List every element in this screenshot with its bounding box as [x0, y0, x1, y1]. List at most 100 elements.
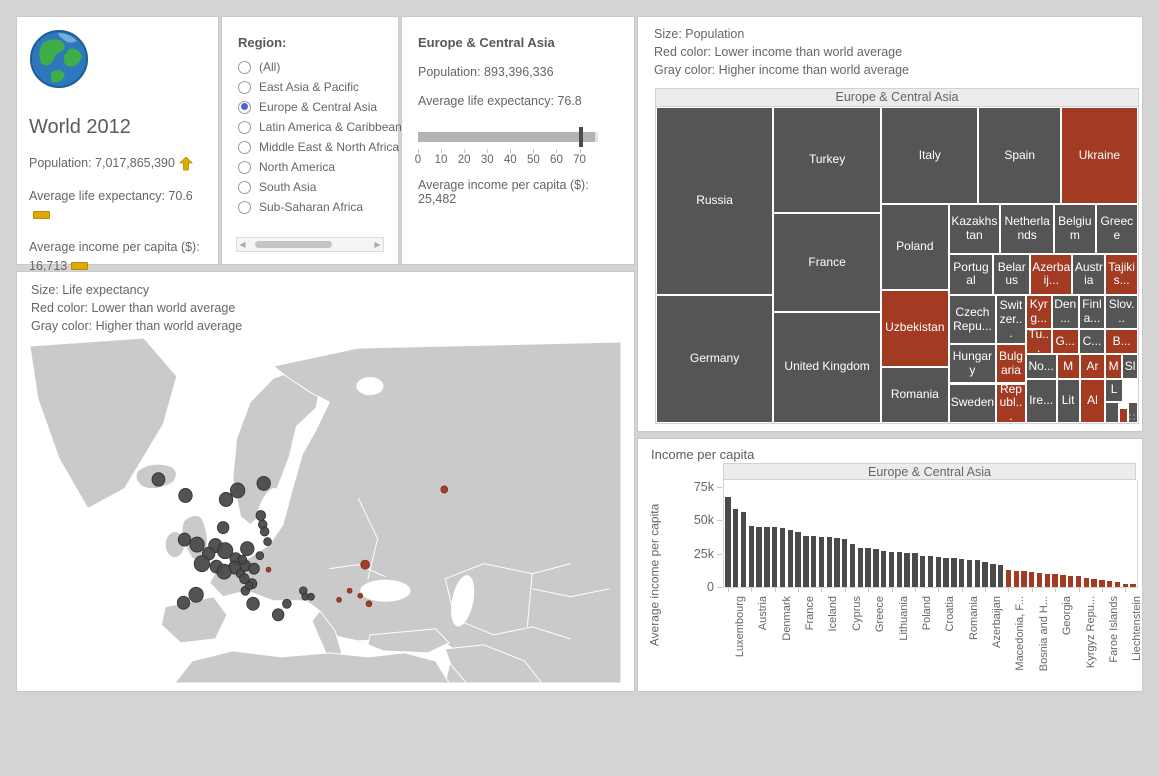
income-bar[interactable]	[1130, 584, 1135, 587]
income-bar-austria[interactable]	[749, 526, 754, 587]
map-bubble[interactable]	[257, 476, 271, 490]
map-bubble[interactable]	[152, 473, 165, 486]
map-bubble[interactable]	[264, 538, 272, 546]
income-bar[interactable]	[951, 558, 956, 587]
income-bar-greece[interactable]	[865, 548, 870, 587]
income-bar-poland[interactable]	[912, 553, 917, 587]
map-bubble[interactable]	[256, 552, 264, 560]
map-bubble[interactable]	[366, 601, 372, 607]
income-bar[interactable]	[1037, 573, 1042, 587]
map-bubble[interactable]	[217, 564, 231, 579]
map-bubble[interactable]	[238, 555, 247, 564]
map-bubble[interactable]	[177, 596, 190, 609]
treemap-cell-al[interactable]: Al	[1080, 379, 1106, 423]
treemap-cell-belarus[interactable]: Belarus	[993, 254, 1030, 295]
income-bar[interactable]	[1068, 576, 1073, 588]
treemap-cell-ire[interactable]: Ire...	[1026, 379, 1057, 423]
treemap-cell-turkey[interactable]: Turkey	[773, 107, 881, 213]
treemap-cell-cell[interactable]	[1105, 402, 1119, 423]
income-bar[interactable]	[1014, 571, 1019, 587]
income-bar[interactable]	[764, 527, 769, 587]
treemap-cell-kazakhstan[interactable]: Kazakhstan	[949, 204, 1001, 253]
income-bar[interactable]	[1107, 581, 1112, 587]
income-bar-kyrgyz-repu[interactable]	[1076, 576, 1081, 587]
map-bubble[interactable]	[190, 537, 204, 552]
income-bar[interactable]	[990, 564, 995, 587]
treemap-cell-uzbekistan[interactable]: Uzbekistan	[881, 290, 948, 367]
treemap-cell-sl[interactable]: Sl	[1122, 354, 1138, 379]
region-option-east-asia-pacific[interactable]: East Asia & Pacific	[238, 80, 390, 94]
treemap-cell-tajikis[interactable]: Tajikis...	[1105, 254, 1138, 295]
map-bubble[interactable]	[189, 587, 203, 602]
treemap-cell-lit[interactable]: Lit	[1057, 379, 1080, 423]
income-bar[interactable]	[873, 549, 878, 587]
income-bar[interactable]	[780, 528, 785, 587]
radio-icon[interactable]	[238, 61, 251, 74]
income-bar[interactable]	[1091, 579, 1096, 587]
income-bar[interactable]	[733, 509, 738, 587]
treemap-cell-g[interactable]: G...	[1052, 329, 1079, 354]
treemap-cell-slov[interactable]: Slov...	[1105, 295, 1138, 329]
income-bar-denmark[interactable]	[772, 527, 777, 587]
income-bar[interactable]	[1060, 575, 1065, 587]
radio-icon[interactable]	[238, 161, 251, 174]
treemap-cell-ukraine[interactable]: Ukraine	[1061, 107, 1138, 204]
region-option-sub-saharan-africa[interactable]: Sub-Saharan Africa	[238, 200, 390, 214]
treemap-cell-russia[interactable]: Russia	[656, 107, 773, 295]
income-bar[interactable]	[850, 544, 855, 587]
income-bar[interactable]	[827, 537, 832, 587]
region-option-middle-east-north-africa[interactable]: Middle East & North Africa	[238, 140, 390, 154]
income-bar-liechtenstein[interactable]	[1123, 584, 1128, 587]
treemap-cell-greece[interactable]: Greece	[1096, 204, 1138, 253]
region-option-latin-america-caribbean[interactable]: Latin America & Caribbean	[238, 120, 390, 134]
treemap-cell-italy[interactable]: Italy	[881, 107, 978, 204]
map-bubble[interactable]	[247, 597, 260, 610]
income-bar[interactable]	[881, 551, 886, 587]
treemap-cell-germany[interactable]: Germany	[656, 295, 773, 423]
region-option-south-asia[interactable]: South Asia	[238, 180, 390, 194]
map-bubble[interactable]	[249, 563, 260, 574]
treemap-cell-ar[interactable]: Ar	[1080, 354, 1106, 379]
radio-selected-icon[interactable]	[238, 101, 251, 114]
treemap-cell-no[interactable]: No...	[1026, 354, 1057, 379]
income-bar-cyprus[interactable]	[842, 539, 847, 587]
treemap-cell-tu[interactable]: Tu...	[1026, 329, 1052, 354]
map-bubble[interactable]	[245, 582, 253, 590]
treemap-cell-united-kingdom[interactable]: United Kingdom	[773, 312, 881, 423]
map-bubble[interactable]	[347, 588, 352, 593]
income-bar-france[interactable]	[795, 532, 800, 588]
treemap-cell-portugal[interactable]: Portugal	[949, 254, 994, 295]
income-bar[interactable]	[897, 552, 902, 587]
income-bar[interactable]	[975, 560, 980, 587]
income-bar[interactable]	[811, 536, 816, 587]
map-bubble[interactable]	[178, 533, 191, 546]
treemap-cell-sweden[interactable]: Sweden	[949, 384, 997, 424]
treemap-cell-cell[interactable]	[1119, 408, 1128, 423]
region-horizontal-scrollbar[interactable]: ◀ ▶	[236, 237, 384, 252]
treemap-cell-switzer[interactable]: Switzer...	[996, 295, 1025, 344]
income-bar[interactable]	[1021, 571, 1026, 587]
treemap-cell-romania[interactable]: Romania	[881, 367, 948, 423]
map-bubble[interactable]	[219, 492, 233, 506]
treemap-cell-den[interactable]: Den...	[1052, 295, 1079, 329]
map-bubble[interactable]	[266, 567, 271, 572]
income-bar-bosnia-and-h[interactable]	[1029, 572, 1034, 587]
europe-map[interactable]	[30, 338, 621, 683]
treemap-cell-bulgaria[interactable]: Bulgaria	[996, 344, 1025, 383]
region-option-north-america[interactable]: North America	[238, 160, 390, 174]
income-bar[interactable]	[741, 512, 746, 587]
treemap-cell-netherlands[interactable]: Netherlands	[1000, 204, 1054, 253]
income-bar-azerbaijan[interactable]	[982, 562, 987, 587]
income-bar[interactable]	[998, 565, 1003, 587]
scroll-left-arrow-icon[interactable]: ◀	[237, 239, 248, 250]
map-bubble[interactable]	[260, 527, 269, 536]
treemap-cell-hungary[interactable]: Hungary	[949, 344, 997, 383]
radio-icon[interactable]	[238, 201, 251, 214]
map-bubble[interactable]	[230, 483, 244, 498]
income-bar-croatia[interactable]	[936, 557, 941, 587]
treemap-cell-c[interactable]: C...	[1079, 329, 1106, 354]
income-bar-georgia[interactable]	[1052, 574, 1057, 587]
income-bar-macedonia-f[interactable]	[1006, 570, 1011, 587]
income-bar[interactable]	[858, 548, 863, 587]
income-bar-faroe-islands[interactable]	[1099, 580, 1104, 587]
